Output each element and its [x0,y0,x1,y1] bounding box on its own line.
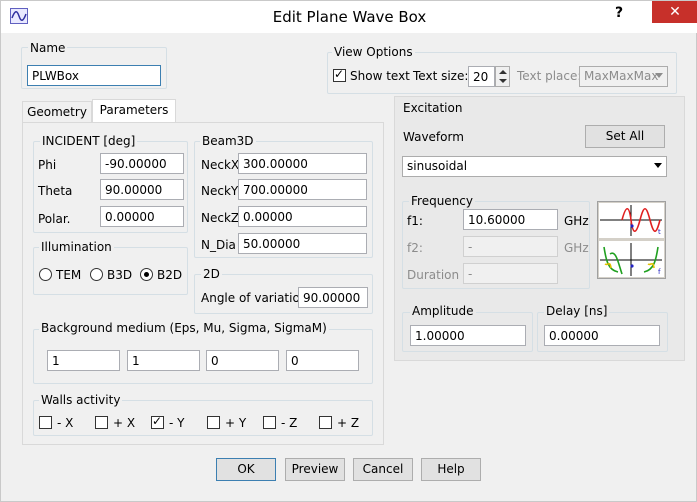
angle-of-variation-input[interactable] [298,287,368,308]
spin-up-icon[interactable] [499,70,507,74]
incident-legend: INCIDENT [deg] [40,134,138,148]
f1-input[interactable] [463,209,558,230]
wall-minus-y-label: - Y [169,416,185,430]
theta-input[interactable] [100,179,184,200]
duration-label: Duration [407,268,460,282]
wall-plus-z-checkbox[interactable] [319,416,332,429]
wall-minus-x-label: - X [57,416,74,430]
text-place-select[interactable]: MaxMaxMax [579,66,668,87]
delay-legend: Delay [ns] [544,304,610,318]
eps-input[interactable] [47,350,120,371]
wall-plus-y-label: + Y [225,416,247,430]
mu-input[interactable] [127,350,200,371]
sigmam-input[interactable] [286,350,359,371]
text-place-label: Text place: [517,69,582,83]
window-title: Edit Plane Wave Box [272,8,427,26]
ndia-label: N_Dia [201,238,236,252]
wall-minus-z-checkbox[interactable] [263,416,276,429]
wall-plus-x-label: + X [113,416,136,430]
ok-button[interactable]: OK [216,458,276,481]
neckz-label: NeckZ [201,211,240,225]
wall-plus-z-label: + Z [337,416,360,430]
view-options-legend: View Options [332,45,415,59]
preview-top-axis-label: t [658,228,661,236]
illumination-tem-label: TEM [56,268,82,282]
polar-label: Polar. [38,212,71,226]
tab-geometry[interactable]: Geometry [22,101,92,122]
theta-label: Theta [38,184,73,198]
wall-plus-y-checkbox[interactable] [207,416,220,429]
illumination-legend: Illumination [39,240,114,254]
help-icon[interactable]: ? [615,5,623,21]
close-button[interactable]: ✕ [652,1,697,23]
f2-input[interactable] [463,236,558,257]
phi-label: Phi [38,158,57,172]
title-bar: Edit Plane Wave Box ? ✕ [1,1,697,33]
wall-minus-z-label: - Z [281,416,298,430]
illumination-tem-radio[interactable] [39,268,52,281]
wall-minus-x-checkbox[interactable] [39,416,52,429]
text-size-spinner[interactable] [495,66,510,87]
amplitude-legend: Amplitude [410,304,476,318]
walls-activity-legend: Walls activity [39,393,123,407]
wall-minus-y-checkbox[interactable] [151,414,164,429]
neckx-label: NeckX [201,158,240,172]
show-text-label: Show text [350,69,410,83]
set-all-button[interactable]: Set All [585,125,665,148]
frequency-legend: Frequency [409,194,475,208]
wall-plus-x-checkbox[interactable] [95,416,108,429]
duration-input[interactable] [463,263,558,284]
f1-unit: GHz [564,214,589,228]
delay-input[interactable] [544,325,660,346]
cancel-button[interactable]: Cancel [353,458,413,481]
ndia-input[interactable] [238,233,367,254]
f2-unit: GHz [564,241,589,255]
text-place-value: MaxMaxMax [584,69,659,83]
waveform-preview-icon: t f [599,203,664,277]
chevron-down-icon [655,73,663,78]
waveform-label: Waveform [403,130,464,144]
waveform-select[interactable]: sinusoidal [402,156,667,177]
chevron-down-icon [654,163,662,168]
text-size-label: Text size: [413,69,469,83]
sigma-input[interactable] [206,350,279,371]
illumination-b2d-label: B2D [157,268,183,282]
waveform-value: sinusoidal [407,159,468,173]
neckx-input[interactable] [238,153,367,174]
excitation-legend: Excitation [403,101,463,115]
necky-input[interactable] [238,179,367,200]
f2-label: f2: [407,241,423,255]
illumination-b3d-label: B3D [107,268,133,282]
preview-button[interactable]: Preview [285,458,345,481]
neckz-input[interactable] [238,206,367,227]
beam3d-legend: Beam3D [200,134,256,148]
illumination-b2d-radio[interactable] [140,268,153,281]
illumination-b3d-radio[interactable] [90,268,103,281]
waveform-preview: t f [597,201,666,279]
name-legend: Name [28,41,68,55]
phi-input[interactable] [100,153,184,174]
f1-label: f1: [407,214,423,228]
amplitude-input[interactable] [410,325,526,346]
show-text-checkbox[interactable] [333,67,346,82]
tab-parameters[interactable]: Parameters [92,99,176,123]
text-size-input[interactable] [468,66,495,87]
name-input[interactable] [27,65,161,86]
angle-of-variation-label: Angle of variation [201,291,308,305]
necky-label: NeckY [201,184,239,198]
background-medium-legend: Background medium (Eps, Mu, Sigma, Sigma… [39,321,329,335]
spin-down-icon[interactable] [499,79,507,83]
polar-input[interactable] [100,206,184,227]
help-button[interactable]: Help [421,458,481,481]
edit-plane-wave-box-dialog: Edit Plane Wave Box ? ✕ Name View Option… [0,0,697,502]
twod-legend: 2D [201,267,222,281]
